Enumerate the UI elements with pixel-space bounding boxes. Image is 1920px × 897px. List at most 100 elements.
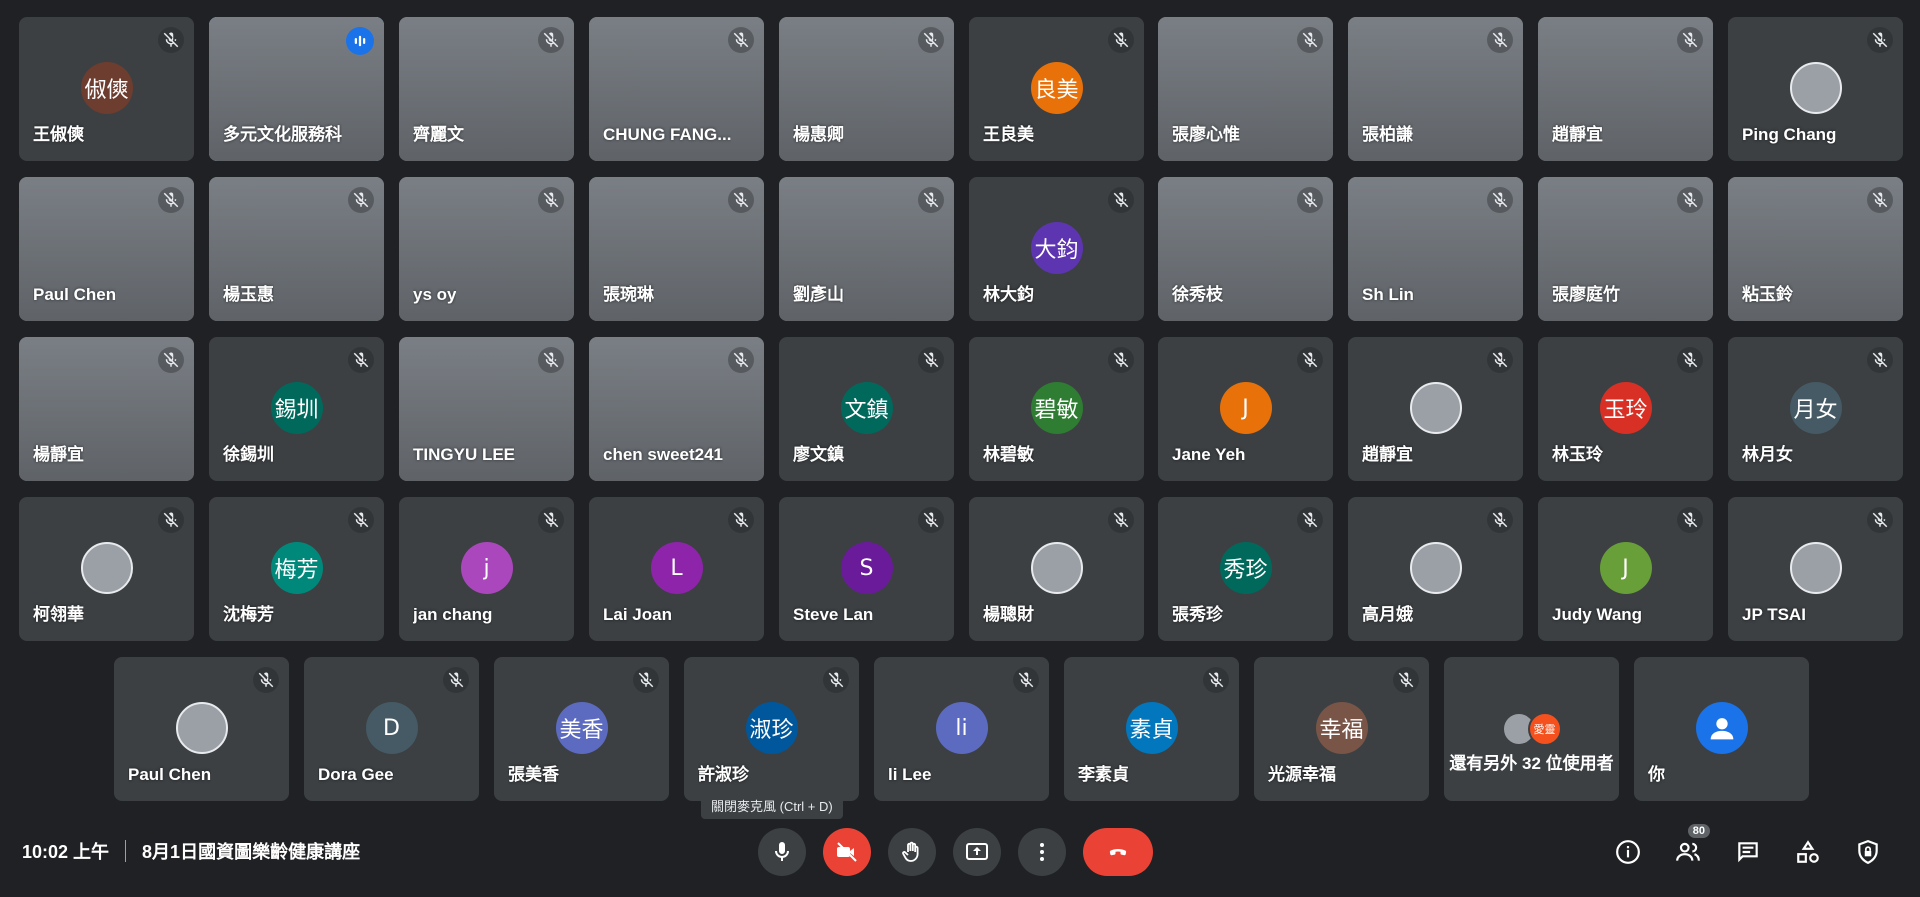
avatar: 淑珍 — [745, 702, 798, 754]
host-controls-icon — [1858, 840, 1878, 865]
participant-tile[interactable]: J Jane Yeh — [1158, 337, 1333, 481]
participant-tile[interactable]: 素貞 李素貞 — [1064, 657, 1239, 801]
participant-name: jan chang — [413, 605, 493, 624]
participant-name: 廖文鎮 — [793, 445, 844, 464]
participant-tile[interactable]: 文鎮廖文鎮 — [779, 337, 954, 481]
participant-tile[interactable]: ys oy — [399, 177, 574, 321]
participant-tile[interactable]: 張廖心惟 — [1158, 17, 1333, 161]
participant-tile[interactable]: Ping Chang — [1728, 17, 1903, 161]
avatar — [1789, 62, 1842, 114]
avatar: 文鎮 — [840, 382, 893, 434]
mic-muted-icon — [538, 507, 564, 533]
participant-tile[interactable]: L Lai Joan — [589, 497, 764, 641]
participant-tile[interactable]: 美香 張美香 — [494, 657, 669, 801]
mic-muted-icon — [538, 187, 564, 213]
participant-tile[interactable]: JP TSAI — [1728, 497, 1903, 641]
participant-name: 林月女 — [1742, 445, 1793, 464]
mic-muted-icon — [1297, 27, 1323, 53]
camera-button[interactable] — [823, 828, 871, 876]
participant-tile[interactable]: D Dora Gee — [304, 657, 479, 801]
leave-call-button[interactable] — [1083, 828, 1153, 876]
participant-tile[interactable]: Sh Lin — [1348, 177, 1523, 321]
mic-muted-icon — [1487, 27, 1513, 53]
participant-tile[interactable]: Paul Chen — [19, 177, 194, 321]
mic-muted-icon — [1297, 347, 1323, 373]
present-screen-icon — [966, 843, 988, 860]
participant-tile[interactable]: 粘玉鈴 — [1728, 177, 1903, 321]
participant-tile[interactable]: 張琬琳 — [589, 177, 764, 321]
raise-hand-button[interactable] — [888, 828, 936, 876]
mic-muted-icon — [348, 347, 374, 373]
participant-tile[interactable]: Paul Chen — [114, 657, 289, 801]
participant-tile[interactable]: 高月娥 — [1348, 497, 1523, 641]
avatar: 梅芳 — [270, 542, 323, 594]
activities-button[interactable] — [1788, 832, 1828, 872]
participant-tile[interactable]: 秀珍 張秀珍 — [1158, 497, 1333, 641]
participant-tile[interactable]: 碧敏 林碧敏 — [969, 337, 1144, 481]
self-tile[interactable]: 你 — [1634, 657, 1809, 801]
participant-tile[interactable]: J Judy Wang — [1538, 497, 1713, 641]
participant-tile[interactable]: 良美 王良美 — [969, 17, 1144, 161]
participant-name: Paul Chen — [128, 765, 212, 784]
others-tile[interactable]: 愛靈 還有另外 32 位使用者 — [1444, 657, 1619, 801]
microphone-button[interactable] — [758, 828, 806, 876]
participant-tile[interactable]: chen sweet241 — [589, 337, 764, 481]
participant-tile[interactable]: li li Lee — [874, 657, 1049, 801]
people-button[interactable]: 80 — [1668, 824, 1710, 872]
participant-name: 粘玉鈴 — [1742, 285, 1793, 304]
avatar: J — [1219, 382, 1272, 434]
participant-tile[interactable]: 月女 林月女 — [1728, 337, 1903, 481]
participant-tile[interactable]: TINGYU LEE — [399, 337, 574, 481]
participant-tile[interactable]: 趙靜宜 — [1538, 17, 1713, 161]
participant-tile[interactable]: 劉彥山 — [779, 177, 954, 321]
meeting-info: 10:02 上午 8月1日國資圖樂齡健康講座 — [22, 838, 360, 864]
participant-tile[interactable]: 梅芳沈梅芳 — [209, 497, 384, 641]
mic-muted-icon — [158, 27, 184, 53]
participant-name: 林碧敏 — [983, 445, 1034, 464]
mic-muted-icon — [1677, 187, 1703, 213]
participant-tile[interactable]: 張廖庭竹 — [1538, 177, 1713, 321]
participant-name: 林大鈞 — [983, 285, 1034, 304]
mic-muted-icon — [538, 27, 564, 53]
participant-name: 林玉玲 — [1552, 445, 1603, 464]
avatar: 錫圳 — [270, 382, 323, 434]
participant-tile[interactable]: 幸福 光源幸福 — [1254, 657, 1429, 801]
participant-tile[interactable]: 俶傸 王俶傸 — [19, 17, 194, 161]
participant-name: Sh Lin — [1362, 285, 1414, 304]
participant-tile[interactable]: 趙靜宜 — [1348, 337, 1523, 481]
chat-button[interactable] — [1728, 832, 1768, 872]
participant-tile[interactable]: 楊惠卿 — [779, 17, 954, 161]
meeting-details-button[interactable] — [1608, 832, 1648, 872]
participant-tile[interactable]: 楊聰財 — [969, 497, 1144, 641]
participant-tile[interactable]: 錫圳 徐錫圳 — [209, 337, 384, 481]
participant-tile[interactable]: 大鈞 林大鈞 — [969, 177, 1144, 321]
participant-tile[interactable]: 淑珍 許淑珍 — [684, 657, 859, 801]
participant-name: 齊麗文 — [413, 125, 464, 144]
participant-tile[interactable]: 多元文化服務科 — [209, 17, 384, 161]
present-button[interactable] — [953, 828, 1001, 876]
avatar — [80, 542, 133, 594]
more-options-button[interactable] — [1018, 828, 1066, 876]
avatar: 幸福 — [1315, 702, 1368, 754]
mic-muted-icon — [1108, 27, 1134, 53]
participant-tile[interactable]: 張柏謙 — [1348, 17, 1523, 161]
participant-tile[interactable]: S Steve Lan — [779, 497, 954, 641]
participant-tile[interactable]: 柯翎華 — [19, 497, 194, 641]
mic-muted-icon — [918, 27, 944, 53]
participant-tile[interactable]: 楊靜宜 — [19, 337, 194, 481]
participant-tile[interactable]: CHUNG FANG... — [589, 17, 764, 161]
participant-tile[interactable]: 徐秀枝 — [1158, 177, 1333, 321]
avatar: J — [1599, 542, 1652, 594]
participant-tile[interactable]: 玉玲 林玉玲 — [1538, 337, 1713, 481]
host-controls-button[interactable] — [1848, 832, 1888, 872]
participant-tile[interactable]: j jan chang — [399, 497, 574, 641]
participant-name: 楊靜宜 — [33, 445, 84, 464]
participant-tile[interactable]: 齊麗文 — [399, 17, 574, 161]
camera-off-icon — [837, 842, 857, 862]
participant-name: 沈梅芳 — [223, 605, 274, 624]
people-icon — [1676, 842, 1700, 861]
participant-tile[interactable]: 楊玉惠 — [209, 177, 384, 321]
others-count-label: 還有另外 32 位使用者 — [1449, 754, 1614, 773]
mic-muted-icon — [348, 507, 374, 533]
participant-name: Steve Lan — [793, 605, 874, 624]
